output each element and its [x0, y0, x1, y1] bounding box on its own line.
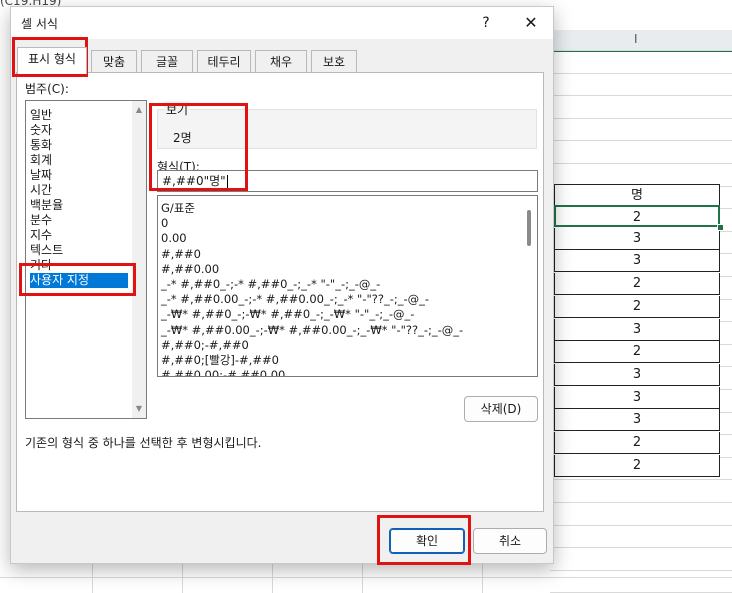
- category-item[interactable]: 사용자 지정: [30, 273, 128, 288]
- tab-protection[interactable]: 보호: [311, 50, 357, 72]
- value-cell[interactable]: 3: [554, 318, 720, 341]
- category-item[interactable]: 통화: [30, 138, 52, 153]
- category-item[interactable]: 회계: [30, 153, 52, 168]
- sample-label: 보기: [164, 101, 191, 118]
- value-cell[interactable]: 3: [554, 386, 720, 409]
- format-item[interactable]: _-₩* #,##0_-;-₩* #,##0_-;_-₩* "-"_-;_-@_…: [161, 307, 414, 322]
- type-input-value: #,##0"명": [162, 174, 226, 188]
- category-label: 범주(C):: [25, 82, 69, 96]
- sample-value: 2명: [173, 131, 192, 145]
- category-item[interactable]: 기타: [30, 258, 52, 273]
- dialog-titlebar[interactable]: 셀 서식 ? ✕: [11, 7, 553, 39]
- format-list[interactable]: G/표준 0 0.00 #,##0 #,##0.00 _-* #,##0_-;-* #,#…: [157, 195, 538, 377]
- format-item[interactable]: #,##0.00: [161, 262, 219, 277]
- value-cell[interactable]: 3: [554, 227, 720, 250]
- value-cell[interactable]: 2: [554, 432, 720, 454]
- value-cell[interactable]: 3: [554, 363, 720, 386]
- category-item[interactable]: 날짜: [30, 168, 52, 183]
- gridline: [550, 118, 732, 119]
- value-cell[interactable]: 2: [554, 295, 720, 318]
- scroll-up-icon[interactable]: ▲: [132, 103, 146, 117]
- category-list[interactable]: 일반 숫자 통화 회계 날짜 시간 백분율 분수 지수 텍스트 기타 사용자 지정 ▲ ▼: [25, 100, 147, 419]
- value-cell[interactable]: 2: [554, 454, 720, 477]
- format-item[interactable]: _-* #,##0.00_-;-* #,##0.00_-;_-* "-"??_-…: [161, 292, 429, 307]
- format-item[interactable]: _-* #,##0_-;-* #,##0_-;_-* "-"_-;_-@_-: [161, 277, 380, 292]
- value-cell[interactable]: 2: [554, 205, 720, 227]
- gridline: [550, 547, 732, 548]
- format-item[interactable]: 0: [161, 216, 168, 231]
- gridline: [550, 140, 732, 141]
- tab-fill[interactable]: 채우기: [255, 50, 307, 91]
- format-item[interactable]: _-₩* #,##0.00_-;-₩* #,##0.00_-;_-₩* "-"?…: [161, 323, 463, 338]
- sample-group: [157, 109, 537, 149]
- category-item[interactable]: 분수: [30, 213, 52, 228]
- tab-border[interactable]: 테두리: [197, 50, 251, 72]
- value-cell[interactable]: 3: [554, 250, 720, 273]
- value-cell[interactable]: 3: [554, 409, 720, 432]
- format-item[interactable]: #,##0;[빨강]-#,##0: [161, 353, 279, 368]
- tab-alignment[interactable]: 맞춤: [91, 50, 137, 72]
- format-list-scroll-thumb[interactable]: [527, 210, 531, 246]
- fill-handle[interactable]: [717, 224, 724, 231]
- format-item[interactable]: 0.00: [161, 231, 187, 246]
- category-item[interactable]: 시간: [30, 183, 52, 198]
- dialog-title: 셀 서식: [21, 17, 58, 31]
- gridline: [550, 95, 732, 96]
- cancel-button[interactable]: 취소: [473, 528, 547, 554]
- column-header-label: I: [634, 32, 638, 46]
- help-button[interactable]: ?: [471, 11, 501, 35]
- format-cells-dialog: 셀 서식 ? ✕ 표시 형식 맞춤 글꼴 테두리 채우기 보호 범주(C): 일…: [10, 6, 554, 564]
- value-cell[interactable]: 2: [554, 273, 720, 296]
- category-item[interactable]: 숫자: [30, 123, 52, 138]
- tab-number[interactable]: 표시 형식: [17, 47, 87, 74]
- gridline: [550, 502, 732, 503]
- format-item[interactable]: #,##0;-#,##0: [161, 338, 249, 353]
- tab-font[interactable]: 글꼴: [141, 50, 193, 72]
- delete-button[interactable]: 삭제(D): [464, 396, 538, 422]
- description-text: 기존의 형식 중 하나를 선택한 후 변형시킵니다.: [25, 436, 262, 450]
- gridline: [550, 525, 732, 526]
- category-item[interactable]: 일반: [30, 108, 52, 123]
- column-header-i[interactable]: I: [550, 30, 732, 52]
- gridline: [550, 50, 732, 51]
- category-scrollbar[interactable]: ▲ ▼: [132, 101, 146, 418]
- gridline: [550, 479, 732, 480]
- header-cell[interactable]: 명: [554, 184, 720, 206]
- category-item[interactable]: 백분율: [30, 198, 63, 213]
- scroll-down-icon[interactable]: ▼: [132, 402, 146, 416]
- format-item[interactable]: #,##0.00;-#,##0.00: [161, 368, 285, 376]
- gridline: [550, 163, 732, 164]
- ok-button[interactable]: 확인: [389, 528, 465, 554]
- gridline: [0, 577, 732, 578]
- type-input[interactable]: #,##0"명": [157, 170, 538, 192]
- category-item[interactable]: 지수: [30, 228, 52, 243]
- value-cell[interactable]: 2: [554, 341, 720, 364]
- category-item[interactable]: 텍스트: [30, 243, 63, 258]
- format-item[interactable]: #,##0: [161, 247, 201, 262]
- format-item[interactable]: G/표준: [161, 201, 195, 216]
- gridline: [550, 73, 732, 74]
- close-button[interactable]: ✕: [513, 11, 549, 35]
- gridline: [550, 570, 732, 571]
- text-caret: [226, 175, 228, 188]
